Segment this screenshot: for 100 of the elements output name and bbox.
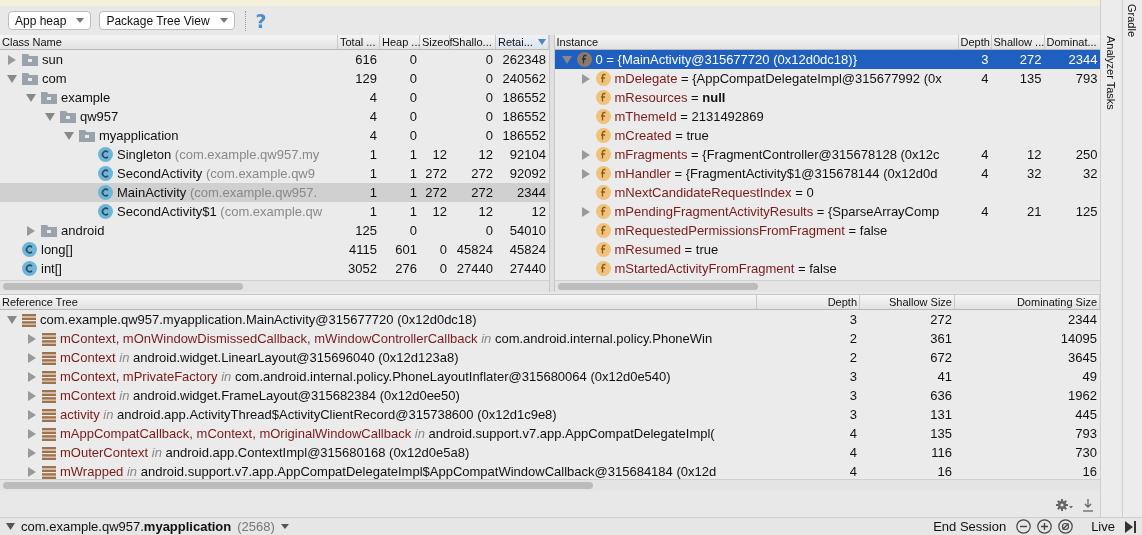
table-row[interactable]: mContext in android.widget.FrameLayout@315682384 (0x12d0ee50) 3 636 1962	[0, 386, 1100, 405]
table-cell-text: 12	[477, 147, 494, 162]
table-row[interactable]: qw957 4 0 0 186552	[0, 107, 549, 126]
column-header[interactable]: Total ...	[338, 35, 380, 49]
table-cell-text: 4	[848, 464, 858, 479]
expand-triangle-icon[interactable]	[26, 225, 36, 236]
horizontal-scrollbar[interactable]	[0, 280, 549, 292]
field-value: mResources = null	[614, 90, 726, 105]
column-header[interactable]: Retai...	[496, 35, 549, 49]
table-row[interactable]: SecondActivity (com.example.qw9 1 1 272 272 92092	[0, 164, 549, 183]
table-row[interactable]: com 129 0 0 240562	[0, 69, 549, 88]
table-row[interactable]: sun 616 0 0 262348	[0, 50, 549, 69]
table-row[interactable]: int[] 3052 276 0 27440 27440	[0, 259, 549, 278]
live-button[interactable]: Live	[1087, 519, 1119, 534]
expand-triangle-icon[interactable]	[27, 333, 37, 344]
zoom-in-icon[interactable]	[1037, 519, 1053, 534]
end-session-button[interactable]: End Session	[929, 519, 1011, 534]
reference-path: com.example.qw957.myapplication.MainActivity@315677720 (0x12d0dc18)	[40, 312, 477, 327]
collapse-triangle-icon[interactable]	[26, 92, 36, 103]
table-row[interactable]: mNextCandidateRequestIndex = 0	[554, 183, 1100, 202]
collapse-triangle-icon	[6, 523, 15, 530]
table-row[interactable]: myapplication 4 0 0 186552	[0, 126, 549, 145]
expand-triangle-icon[interactable]	[580, 149, 591, 160]
column-header[interactable]: Depth	[958, 35, 992, 49]
table-row[interactable]: mContext in android.widget.LinearLayout@315696040 (0x12d123a8) 2 672 3645	[0, 348, 1100, 367]
table-row[interactable]: mAppCompatCallback, mContext, mOriginalWindowCallback in android.support.v7.app.AppCompatDelegateImpl( 4 135 793	[0, 424, 1100, 443]
expand-triangle-icon[interactable]	[27, 428, 37, 439]
expand-triangle-icon[interactable]	[27, 352, 37, 363]
column-header[interactable]: Instance	[554, 35, 959, 49]
zoom-out-icon[interactable]	[1016, 519, 1032, 534]
expand-triangle-icon[interactable]	[27, 409, 37, 420]
expand-triangle-icon[interactable]	[580, 206, 591, 217]
table-row[interactable]: mHandler = {FragmentActivity$1@315678144 (0x12d0d 4 32 32	[554, 164, 1100, 183]
expand-triangle-icon[interactable]	[7, 54, 17, 65]
reset-zoom-icon[interactable]	[1058, 519, 1074, 534]
table-cell-text: 4	[848, 426, 858, 441]
table-row[interactable]: mContext, mPrivateFactory in com.android.internal.policy.PhoneLayoutInflater@315680064 (0x12d0e540) 3 41 49	[0, 367, 1100, 386]
column-header[interactable]: Shallow Size	[860, 295, 955, 309]
table-row[interactable]: mOuterContext in android.app.ContextImpl@315680168 (0x12d0e5a8) 4 116 730	[0, 443, 1100, 462]
expand-triangle-icon[interactable]	[580, 73, 591, 84]
table-cell-text: 250	[1074, 147, 1099, 162]
table-row[interactable]: mContext, mOnWindowDismissedCallback, mWindowControllerCallback in com.android.internal.policy.PhoneWin 2 361 14095	[0, 329, 1100, 348]
folder-icon	[41, 91, 57, 104]
table-row[interactable]: mDelegate = {AppCompatDelegateImpl@315677992 (0x 4 135 793	[554, 69, 1100, 88]
table-row[interactable]: mStartedActivityFromFragment = false	[554, 259, 1100, 278]
table-row[interactable]: mResumed = true	[554, 240, 1100, 259]
column-header[interactable]: Class Name	[0, 35, 338, 49]
field-value: mHandler = {FragmentActivity$1@315678144 (0x12d0d	[614, 166, 938, 181]
field-value: mRequestedPermissionsFromFragment = false	[614, 223, 888, 238]
table-cell-text: 12	[431, 204, 448, 219]
column-header[interactable]: Heap ...	[380, 35, 420, 49]
table-row[interactable]: mFragments = {FragmentController@315678128 (0x12c 4 12 250	[554, 145, 1100, 164]
reference-path: mAppCompatCallback, mContext, mOriginalWindowCallback in android.support.v7.app.AppCompatDelegateImpl(	[60, 426, 715, 441]
table-cell-text: 2	[848, 350, 858, 365]
collapse-triangle-icon[interactable]	[7, 73, 17, 84]
table-row[interactable]: mRequestedPermissionsFromFragment = false	[554, 221, 1100, 240]
stack-icon	[22, 312, 36, 327]
collapse-triangle-icon[interactable]	[561, 54, 572, 65]
table-row[interactable]: example 4 0 0 186552	[0, 88, 549, 107]
horizontal-scrollbar[interactable]	[554, 280, 1100, 292]
table-cell-text: 1	[368, 166, 378, 181]
column-header[interactable]: Shallow ...	[991, 35, 1045, 49]
table-row[interactable]: activity in android.app.ActivityThread$ActivityClientRecord@315738600 (0x12d1c9e8) 3 131 445	[0, 405, 1100, 424]
collapse-triangle-icon[interactable]	[45, 111, 55, 122]
expand-triangle-icon[interactable]	[27, 390, 37, 401]
expand-triangle-icon[interactable]	[27, 466, 37, 477]
table-cell-text: 12	[477, 204, 494, 219]
collapse-triangle-icon[interactable]	[7, 314, 17, 325]
expand-triangle-icon[interactable]	[580, 168, 591, 179]
expand-triangle-icon[interactable]	[27, 371, 37, 382]
side-tab[interactable]: Gradle	[1125, 4, 1140, 38]
table-row[interactable]: mThemeId = 2131492869	[554, 107, 1100, 126]
table-row[interactable]: long[] 4115 601 0 45824 45824	[0, 240, 549, 259]
table-cell-text: 92092	[508, 166, 547, 181]
column-header[interactable]: Reference Tree	[0, 295, 757, 309]
column-header[interactable]: Depth	[757, 295, 860, 309]
horizontal-scrollbar[interactable]	[0, 479, 1100, 491]
dropdown-caret-icon[interactable]	[280, 524, 289, 529]
reference-path: mContext, mOnWindowDismissedCallback, mWindowControllerCallback in com.android.internal.policy.PhoneWin	[60, 331, 713, 346]
table-row[interactable]: mPendingFragmentActivityResults = {SparseArrayComp 4 21 125	[554, 202, 1100, 221]
table-row[interactable]: Singleton (com.example.qw957.my 1 1 12 12 92104	[0, 145, 549, 164]
table-row[interactable]: mCreated = true	[554, 126, 1100, 145]
stack-icon	[42, 388, 56, 403]
side-tab[interactable]: Analyzer Tasks	[1104, 36, 1119, 110]
table-cell-text: 272	[470, 185, 494, 200]
class-name: int[]	[41, 261, 62, 276]
class-icon	[98, 147, 113, 162]
step-forward-icon[interactable]	[1125, 520, 1136, 533]
view-dropdown[interactable]: Package Tree View	[99, 11, 235, 30]
collapse-triangle-icon[interactable]	[64, 130, 74, 141]
table-row[interactable]: 0 = {MainActivity@315677720 (0x12d0dc18)} 3 272 2344	[554, 50, 1100, 69]
table-row[interactable]: android 125 0 0 54010	[0, 221, 549, 240]
expand-triangle-icon[interactable]	[27, 447, 37, 458]
table-row[interactable]: MainActivity (com.example.qw957. 1 1 272 272 2344	[0, 183, 549, 202]
table-cell-text: 186552	[501, 128, 547, 143]
table-row[interactable]: com.example.qw957.myapplication.MainActivity@315677720 (0x12d0dc18) 3 272 2344	[0, 310, 1100, 329]
table-row[interactable]: mWrapped in android.support.v7.app.AppCompatDelegateImpl$AppCompatWindowCallback@315684184 (0x12d 4 16 16	[0, 462, 1100, 479]
heap-dropdown[interactable]: App heap	[8, 11, 92, 30]
table-row[interactable]: SecondActivity$1 (com.example.qw 1 1 12 12 12	[0, 202, 549, 221]
table-row[interactable]: mResources = null	[554, 88, 1100, 107]
